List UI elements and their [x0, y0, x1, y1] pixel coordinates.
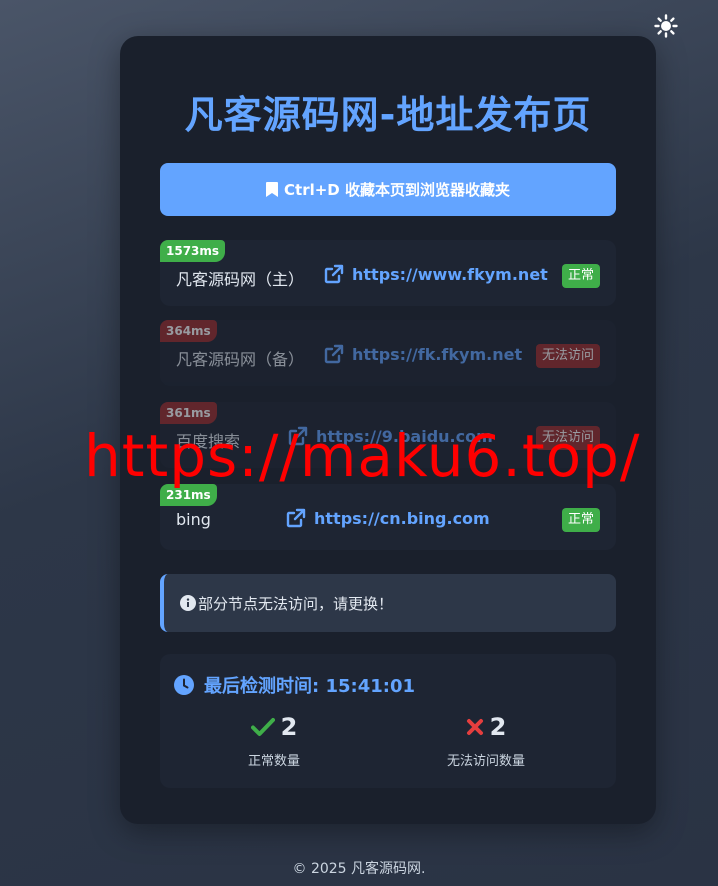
- link-url-text: https://www.fkym.net: [352, 264, 548, 284]
- footer-copyright: © 2025 凡客源码网.: [292, 861, 426, 877]
- link-row-bing: 231ms bing https://cn.bing.com 正常: [160, 484, 616, 550]
- link-name: 凡客源码网（备）: [176, 350, 305, 369]
- status-badge: 正常: [561, 508, 600, 532]
- main-card: 凡客源码网-地址发布页 Ctrl+D 收藏本页到浏览器收藏夹 1573ms 凡客…: [120, 36, 656, 824]
- link-url-text: https://fk.fkym.net: [352, 344, 523, 364]
- external-link-icon: [288, 426, 308, 446]
- bad-count-stat: 2 无法访问数量: [386, 710, 586, 769]
- link-url-text: https://9.baidu.com: [316, 426, 493, 446]
- link-url[interactable]: https://www.fkym.net: [324, 264, 548, 284]
- bookmark-icon: [266, 182, 279, 197]
- latency-badge: 361ms: [160, 402, 217, 424]
- notice-banner: 部分节点无法访问，请更换！: [160, 574, 616, 632]
- stats-panel: 最后检测时间: 15:41:01 2 正常数量 2 无法访问数量: [160, 654, 616, 788]
- clock-icon: [174, 675, 194, 695]
- last-check-time-text: 最后检测时间: 15:41:01: [204, 676, 416, 697]
- last-check-time: 最后检测时间: 15:41:01: [174, 672, 415, 698]
- cross-icon: [466, 719, 483, 735]
- link-row-main: 1573ms 凡客源码网（主） https://www.fkym.net 正常: [160, 240, 616, 306]
- ok-count-label: 正常数量: [247, 754, 300, 769]
- external-link-icon: [324, 264, 344, 284]
- external-link-icon: [324, 344, 344, 364]
- sun-icon: [654, 14, 678, 38]
- bookmark-button[interactable]: Ctrl+D 收藏本页到浏览器收藏夹: [160, 163, 616, 216]
- ok-count: 2: [280, 713, 298, 741]
- link-url-text: https://cn.bing.com: [314, 508, 490, 528]
- link-name: bing: [176, 510, 211, 529]
- status-badge: 无法访问: [535, 344, 600, 368]
- theme-toggle-button[interactable]: [652, 12, 680, 40]
- link-name: 凡客源码网（主）: [176, 270, 305, 289]
- check-icon: [250, 718, 275, 736]
- ok-count-stat: 2 正常数量: [174, 710, 374, 769]
- link-name: 百度搜索: [176, 432, 241, 451]
- link-url[interactable]: https://9.baidu.com: [288, 426, 493, 446]
- info-icon: [180, 595, 196, 611]
- status-badge: 正常: [561, 264, 600, 288]
- bad-count-label: 无法访问数量: [446, 754, 525, 769]
- notice-text: 部分节点无法访问，请更换！: [198, 594, 394, 613]
- bookmark-button-label: Ctrl+D 收藏本页到浏览器收藏夹: [284, 181, 510, 199]
- latency-badge: 231ms: [160, 484, 217, 506]
- link-url[interactable]: https://cn.bing.com: [286, 508, 490, 528]
- external-link-icon: [286, 508, 306, 528]
- page-title: 凡客源码网-地址发布页: [184, 93, 592, 137]
- link-url[interactable]: https://fk.fkym.net: [324, 344, 522, 364]
- bad-count: 2: [489, 713, 507, 741]
- status-badge: 无法访问: [535, 426, 600, 450]
- link-row-backup: 364ms 凡客源码网（备） https://fk.fkym.net 无法访问: [160, 320, 616, 386]
- latency-badge: 364ms: [160, 320, 217, 342]
- latency-badge: 1573ms: [160, 240, 226, 262]
- link-row-baidu: 361ms 百度搜索 https://9.baidu.com 无法访问: [160, 402, 616, 468]
